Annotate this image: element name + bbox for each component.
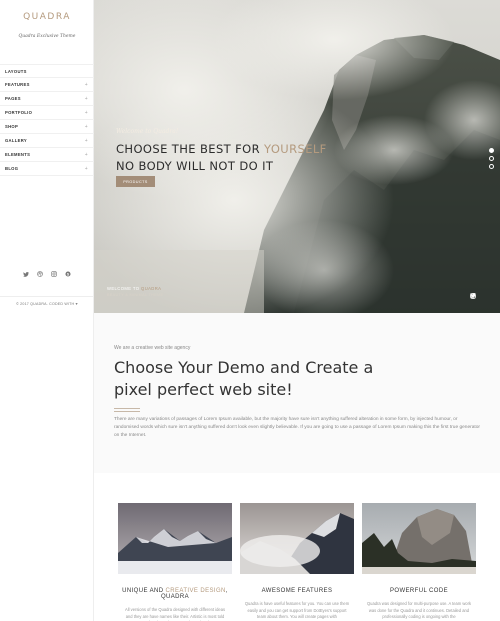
nav-item-pages[interactable]: PAGES +	[0, 92, 94, 106]
card-text: Quadra was designed for multi-purpose us…	[367, 601, 471, 620]
nav-item-label: GALLERY	[5, 138, 27, 143]
hero-bottom-welcome-prefix: WELCOME TO	[107, 286, 142, 291]
intro-divider	[114, 408, 140, 412]
card-text: Quadra is have useful features for you. …	[244, 601, 350, 620]
nav-item-blog[interactable]: BLOG +	[0, 162, 94, 176]
skype-icon[interactable]: S	[65, 271, 71, 277]
sidebar-divider	[0, 296, 94, 297]
hero-title: CHOOSE THE BEST FOR YOURSELF NO BODY WIL…	[116, 141, 327, 175]
products-button[interactable]: PRODUCTS	[116, 176, 155, 187]
card-title: AWESOME FEATURES	[240, 588, 354, 594]
nav-item-label: FEATURES	[5, 82, 30, 87]
feature-card: UNIQUE AND CREATIVE DESIGN, QUADRA All v…	[118, 503, 232, 621]
logo[interactable]: QUADRA	[0, 12, 94, 22]
intro-kicker: We are a creative web site agency	[114, 345, 191, 351]
intro-heading: Choose Your Demo and Create a pixel perf…	[114, 358, 374, 399]
card-title: POWERFUL CODE	[362, 588, 476, 594]
nav-item-label: PORTFOLIO	[5, 110, 33, 115]
slider-dot-3[interactable]	[489, 164, 494, 169]
instagram-icon[interactable]	[51, 271, 57, 277]
card-title-prefix: UNIQUE AND	[122, 588, 166, 594]
feature-card: POWERFUL CODE Quadra was designed for mu…	[362, 503, 476, 621]
slider-dot-1[interactable]	[489, 148, 494, 153]
nav-item-elements[interactable]: ELEMENTS +	[0, 148, 94, 162]
hero-title-accent: YOURSELF	[264, 142, 327, 156]
plus-icon[interactable]: +	[85, 124, 88, 130]
nav-item-label: LAYOUTS	[5, 68, 27, 74]
plus-icon[interactable]: +	[85, 110, 88, 116]
card-title-prefix: POWERFUL CODE	[390, 588, 448, 594]
hero-bottom-welcome: WELCOME TO QUADRA	[107, 286, 161, 291]
hero-slider: Welcome to Quadra! CHOOSE THE BEST FOR Y…	[94, 0, 500, 313]
nav-item-portfolio[interactable]: PORTFOLIO +	[0, 106, 94, 120]
slider-dot-2[interactable]	[489, 156, 494, 161]
sidebar-nav: LAYOUTS FEATURES + PAGES + PORTFOLIO + SHOP…	[0, 64, 94, 176]
nav-item-label: SHOP	[5, 124, 19, 129]
hero-bottom-subtitle: BEAUTY & MINIMAL THEME	[107, 293, 164, 297]
intro-section: We are a creative web site agency Choose…	[94, 313, 500, 473]
card-image-misty-peaks[interactable]	[240, 503, 354, 574]
copyright: © 2017 QUADRA. CODED WITH ♥	[16, 302, 78, 306]
plus-icon[interactable]: +	[85, 96, 88, 102]
nav-item-layouts[interactable]: LAYOUTS	[0, 64, 94, 78]
tagline: Quadra Exclusive Theme	[18, 34, 76, 39]
sidebar-social: S	[0, 271, 94, 277]
card-image-snowy-mountains[interactable]	[118, 503, 232, 574]
nav-item-label: ELEMENTS	[5, 152, 31, 157]
plus-icon[interactable]: +	[85, 82, 88, 88]
hero-bottom-welcome-accent: QUADRA	[141, 286, 162, 291]
intro-body: There are many variations of passages of…	[114, 417, 480, 438]
plus-icon[interactable]: +	[85, 152, 88, 158]
nav-item-label: PAGES	[5, 96, 21, 101]
card-title-prefix: AWESOME FEATURES	[261, 588, 333, 594]
hero-welcome-text: Welcome to Quadra!	[116, 128, 179, 135]
hero-title-line2: NO BODY WILL NOT DO IT	[116, 159, 274, 173]
sidebar: QUADRA Quadra Exclusive Theme LAYOUTS FE…	[0, 0, 94, 621]
card-image-granite-dome[interactable]	[362, 503, 476, 574]
plus-icon[interactable]: +	[85, 138, 88, 144]
twitter-icon[interactable]	[23, 271, 29, 277]
nav-item-gallery[interactable]: GALLERY +	[0, 134, 94, 148]
hero-title-prefix: CHOOSE THE BEST FOR	[116, 142, 265, 156]
nav-item-features[interactable]: FEATURES +	[0, 78, 94, 92]
feature-card: AWESOME FEATURES Quadra is have useful f…	[240, 503, 354, 621]
dribbble-icon[interactable]	[37, 271, 43, 277]
nav-item-shop[interactable]: SHOP +	[0, 120, 94, 134]
nav-item-label: BLOG	[5, 166, 19, 171]
card-title: UNIQUE AND CREATIVE DESIGN, QUADRA	[118, 588, 232, 600]
slider-pagination	[489, 148, 494, 169]
plus-icon[interactable]: +	[85, 166, 88, 172]
card-text: All versions of the Quadra designed with…	[124, 607, 226, 621]
